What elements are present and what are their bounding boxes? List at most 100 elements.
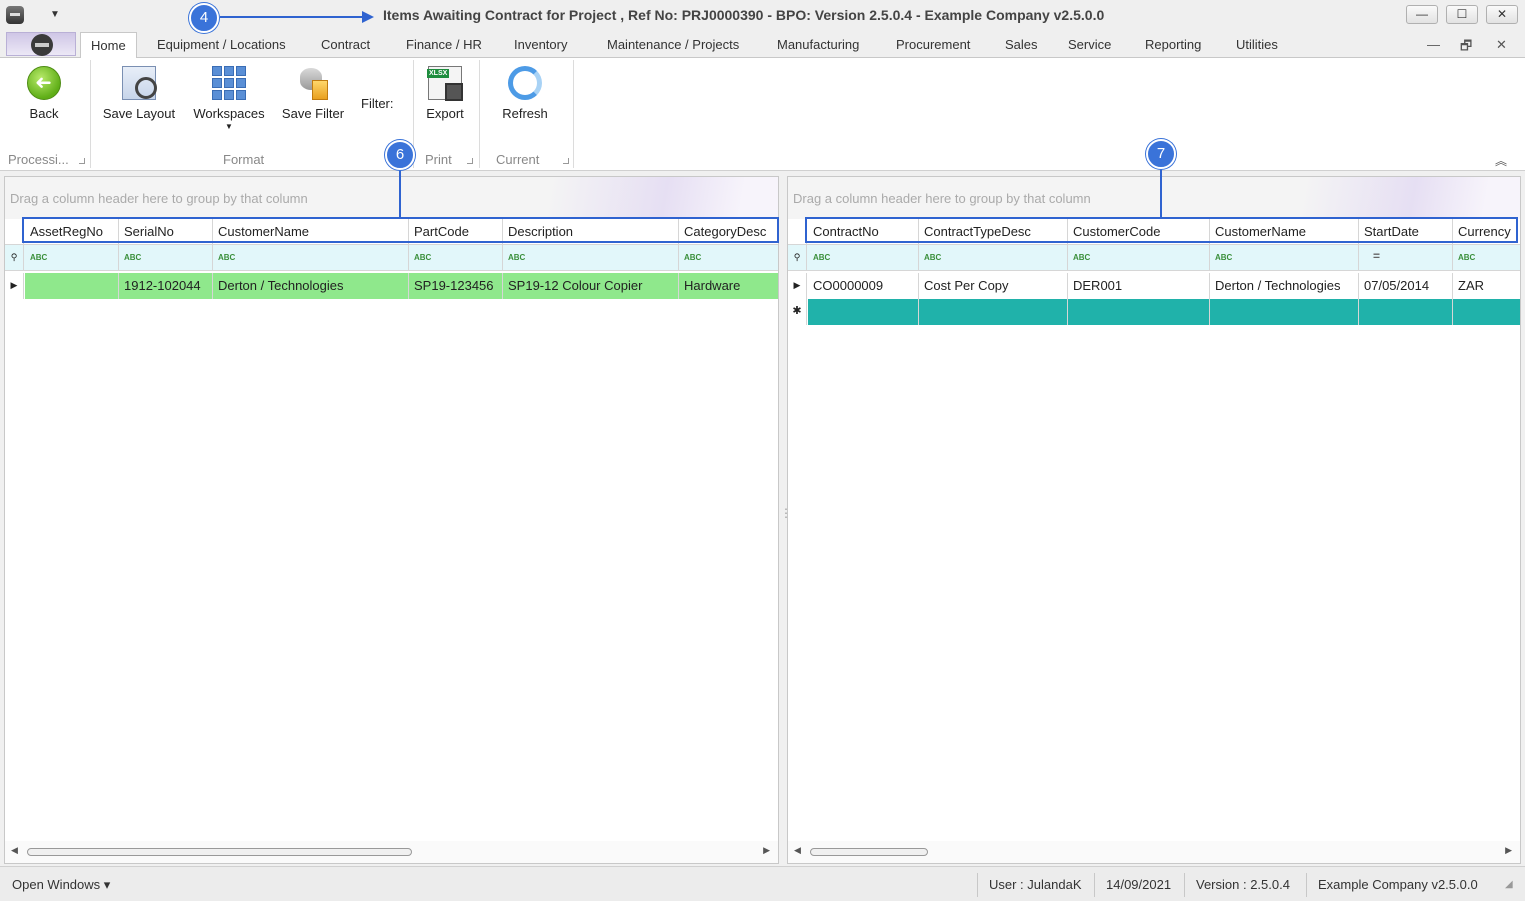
cell-partcode[interactable]: SP19-123456	[409, 273, 503, 299]
new-row-cell[interactable]	[1453, 299, 1520, 325]
collapse-ribbon-icon[interactable]: ︽	[1495, 152, 1507, 169]
scroll-left-icon[interactable]: ◀	[794, 845, 801, 856]
tab-manufacturing[interactable]: Manufacturing	[777, 37, 859, 52]
filter-cell[interactable]: ABC	[1453, 245, 1520, 270]
new-row-cell[interactable]	[1210, 299, 1359, 325]
refresh-button[interactable]: Refresh	[497, 66, 553, 121]
cell-description[interactable]: SP19-12 Colour Copier	[503, 273, 679, 299]
filter-pin-icon: ⚲	[5, 245, 24, 270]
callout-7-line	[1160, 167, 1162, 217]
tab-maintenance-projects[interactable]: Maintenance / Projects	[607, 37, 739, 52]
filter-pin-icon: ⚲	[788, 245, 807, 270]
open-windows-menu[interactable]: Open Windows ▾	[12, 877, 110, 893]
callout-badge-6: 6	[385, 140, 415, 170]
table-row[interactable]: ▶ 1912-102044 Derton / Technologies SP19…	[5, 273, 778, 299]
tab-reporting[interactable]: Reporting	[1145, 37, 1201, 52]
new-item-row[interactable]: ✱	[788, 299, 1520, 325]
save-layout-button[interactable]: Save Layout	[99, 66, 179, 121]
tab-sales[interactable]: Sales	[1005, 37, 1038, 52]
scroll-right-icon[interactable]: ▶	[1505, 845, 1512, 856]
save-layout-icon	[122, 66, 157, 100]
close-button[interactable]: ✕	[1486, 5, 1518, 24]
filter-cell[interactable]: ABC	[808, 245, 919, 270]
new-row-asterisk-icon: ✱	[788, 299, 807, 325]
processing-launcher-icon[interactable]	[79, 158, 85, 164]
cell-contractno[interactable]: CO0000009	[808, 273, 919, 299]
scroll-left-icon[interactable]: ◀	[11, 845, 18, 856]
status-bar: Open Windows ▾ User : JulandaK 14/09/202…	[0, 866, 1525, 901]
status-divider	[1306, 873, 1307, 897]
print-launcher-icon[interactable]	[467, 158, 473, 164]
new-row-cell[interactable]	[919, 299, 1068, 325]
resize-grip-icon[interactable]: ◢	[1505, 879, 1513, 890]
horizontal-scrollbar[interactable]: ◀ ▶	[5, 841, 778, 863]
export-button[interactable]: Export	[420, 66, 470, 121]
save-filter-icon	[296, 66, 330, 100]
quick-access-dropdown-icon[interactable]: ▼	[50, 9, 60, 20]
mdi-close-button[interactable]: ✕	[1496, 37, 1507, 53]
group-by-area[interactable]: Drag a column header here to group by th…	[788, 177, 1520, 219]
tab-procurement[interactable]: Procurement	[896, 37, 970, 52]
status-date: 14/09/2021	[1106, 877, 1172, 892]
new-row-cell[interactable]	[808, 299, 919, 325]
filter-cell[interactable]: ABC	[503, 245, 679, 270]
filter-cell[interactable]: ABC	[1068, 245, 1210, 270]
cell-assetregno[interactable]	[25, 273, 119, 299]
filter-cell[interactable]: ABC	[679, 245, 778, 270]
workspaces-button[interactable]: Workspaces ▼	[190, 66, 268, 131]
table-row[interactable]: ▶ CO0000009 Cost Per Copy DER001 Derton …	[788, 273, 1520, 299]
cell-currency[interactable]: ZAR	[1453, 273, 1520, 299]
filter-label: Filter:	[361, 96, 394, 111]
tab-equipment-locations[interactable]: Equipment / Locations	[157, 37, 286, 52]
tab-finance-hr[interactable]: Finance / HR	[406, 37, 482, 52]
back-button[interactable]: Back	[20, 66, 68, 121]
horizontal-scrollbar[interactable]: ◀ ▶	[788, 841, 1520, 863]
new-row-cell[interactable]	[1068, 299, 1210, 325]
application-menu-button[interactable]	[6, 32, 76, 56]
tab-home[interactable]: Home	[80, 32, 137, 59]
workspaces-icon	[212, 66, 246, 100]
filter-cell[interactable]: ABC	[25, 245, 119, 270]
cell-customercode[interactable]: DER001	[1068, 273, 1210, 299]
cell-categorydesc[interactable]: Hardware	[679, 273, 778, 299]
new-row-cell[interactable]	[1359, 299, 1453, 325]
left-columns-highlight	[22, 217, 779, 243]
filter-cell[interactable]: ABC	[919, 245, 1068, 270]
callout-4-arrow	[220, 16, 365, 18]
mdi-minimize-button[interactable]: —	[1427, 37, 1440, 52]
mdi-restore-button[interactable]: 🗗	[1460, 37, 1472, 59]
save-filter-button[interactable]: Save Filter	[278, 66, 348, 121]
save-filter-label: Save Filter	[281, 106, 345, 121]
app-logo-icon[interactable]	[6, 6, 24, 24]
filter-cell-date[interactable]: =	[1359, 245, 1453, 270]
current-launcher-icon[interactable]	[563, 158, 569, 164]
back-arrow-icon	[27, 66, 61, 100]
scroll-thumb[interactable]	[810, 848, 928, 856]
tab-utilities[interactable]: Utilities	[1236, 37, 1278, 52]
callout-badge-4: 4	[189, 3, 219, 33]
filter-row: ⚲ ABC ABC ABC ABC ABC ABC	[5, 245, 778, 271]
cell-customername[interactable]: Derton / Technologies	[213, 273, 409, 299]
back-button-label: Back	[29, 106, 59, 121]
filter-cell[interactable]: ABC	[119, 245, 213, 270]
cell-customername[interactable]: Derton / Technologies	[1210, 273, 1359, 299]
row-current-icon: ▶	[788, 273, 807, 299]
scroll-thumb[interactable]	[27, 848, 412, 856]
cell-startdate[interactable]: 07/05/2014	[1359, 273, 1453, 299]
callout-4-arrowhead-icon	[362, 11, 374, 23]
group-label-current: Current	[496, 152, 540, 167]
maximize-button[interactable]: ☐	[1446, 5, 1478, 24]
filter-cell[interactable]: ABC	[1210, 245, 1359, 270]
panel-splitter[interactable]	[779, 176, 792, 864]
cell-contracttypedesc[interactable]: Cost Per Copy	[919, 273, 1068, 299]
tab-inventory[interactable]: Inventory	[514, 37, 567, 52]
items-grid: Drag a column header here to group by th…	[4, 176, 779, 864]
tab-service[interactable]: Service	[1068, 37, 1111, 52]
minimize-button[interactable]: —	[1406, 5, 1438, 24]
filter-cell[interactable]: ABC	[213, 245, 409, 270]
group-by-area[interactable]: Drag a column header here to group by th…	[5, 177, 778, 219]
cell-serialno[interactable]: 1912-102044	[119, 273, 213, 299]
filter-cell[interactable]: ABC	[409, 245, 503, 270]
tab-contract[interactable]: Contract	[321, 37, 370, 52]
scroll-right-icon[interactable]: ▶	[763, 845, 770, 856]
